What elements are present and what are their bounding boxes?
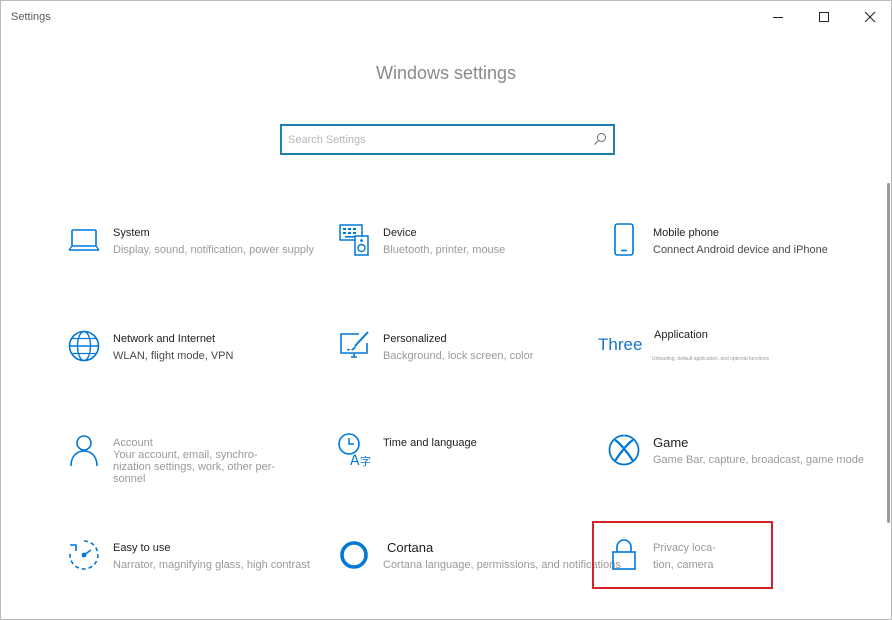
- tile-name: Personalized: [383, 333, 447, 345]
- tile-system[interactable]: System Display, sound, notification, pow…: [64, 220, 326, 290]
- tile-name: Cortana: [387, 540, 434, 555]
- page-title: Windows settings: [375, 63, 517, 83]
- paint-screen-icon: [334, 326, 374, 366]
- highlight-rectangle: [592, 521, 773, 589]
- clock-language-icon: A字: [334, 430, 374, 470]
- minimize-icon: [773, 17, 783, 18]
- tile-description: Cortana language, permissions, and notif…: [383, 559, 621, 571]
- ease-of-access-icon: [64, 535, 104, 575]
- tile-description-line-1: Your account, email, synchro-: [113, 449, 258, 461]
- tile-network-and-internet[interactable]: Network and Internet WLAN, flight mode, …: [64, 326, 326, 396]
- minimize-button[interactable]: [755, 1, 801, 33]
- tile-description: Unloading, default application, and opti…: [652, 356, 770, 362]
- keyboard-speaker-icon: [334, 220, 374, 260]
- svg-text:字: 字: [360, 454, 371, 468]
- tile-description: Display, sound, notification, power supp…: [113, 244, 314, 256]
- close-icon: [864, 11, 876, 23]
- tile-description-line-2: nization settings, work, other per-: [113, 461, 276, 473]
- title-bar: Settings: [1, 1, 891, 33]
- window-title: Settings: [11, 11, 51, 23]
- tile-description: Bluetooth, printer, mouse: [383, 244, 506, 256]
- tile-time-and-language[interactable]: A字 Time and language: [334, 430, 596, 500]
- svg-text:A: A: [350, 453, 360, 468]
- tile-description: Narrator, magnifying glass, high contras…: [113, 559, 310, 571]
- tile-game[interactable]: Game Game Bar, capture, broadcast, game …: [604, 430, 866, 500]
- settings-window: Settings Windows settings System Display…: [0, 0, 892, 620]
- cortana-circle-icon: [334, 535, 374, 575]
- search-box[interactable]: [280, 124, 615, 155]
- xbox-icon: [604, 430, 644, 470]
- search-icon[interactable]: [593, 132, 607, 151]
- tile-name: System: [113, 227, 150, 239]
- tile-name: Time and language: [383, 437, 477, 449]
- globe-icon: [64, 326, 104, 366]
- tile-description: Connect Android device and iPhone: [653, 244, 828, 256]
- tile-name: Network and Internet: [113, 333, 216, 345]
- tile-personalized[interactable]: Personalized Background, lock screen, co…: [334, 326, 596, 396]
- tile-cortana[interactable]: Cortana Cortana language, permissions, a…: [334, 535, 621, 605]
- scrollbar[interactable]: [887, 183, 890, 523]
- apps-icon-label: Three: [598, 335, 643, 354]
- tile-name: Game: [653, 435, 689, 450]
- maximize-button[interactable]: [801, 1, 847, 33]
- tile-description: Game Bar, capture, broadcast, game mode: [653, 454, 864, 466]
- tile-mobile-phone[interactable]: Mobile phone Connect Android device and …: [604, 220, 866, 290]
- search-input[interactable]: [288, 132, 578, 148]
- tile-description-line-3: sonnel: [113, 473, 146, 485]
- tile-easy-to-use[interactable]: Easy to use Narrator, magnifying glass, …: [64, 535, 326, 605]
- tile-application[interactable]: Three Application Unloading, default app…: [598, 325, 860, 395]
- tile-description: Background, lock screen, color: [383, 350, 534, 362]
- tile-name: Mobile phone: [653, 227, 720, 239]
- phone-icon: [604, 220, 644, 260]
- person-icon: [64, 430, 104, 470]
- tile-name: Device: [383, 227, 417, 239]
- tile-device[interactable]: Device Bluetooth, printer, mouse: [334, 220, 596, 290]
- close-button[interactable]: [847, 1, 892, 33]
- apps-icon: Three: [598, 325, 648, 365]
- maximize-icon: [819, 12, 829, 22]
- tile-name: Account: [113, 437, 153, 449]
- tile-account[interactable]: Account Your account, email, synchro- ni…: [64, 430, 326, 490]
- laptop-icon: [64, 220, 104, 260]
- tile-name: Application: [654, 329, 708, 341]
- tile-description: WLAN, flight mode, VPN: [113, 350, 234, 362]
- tile-name: Easy to use: [113, 542, 171, 554]
